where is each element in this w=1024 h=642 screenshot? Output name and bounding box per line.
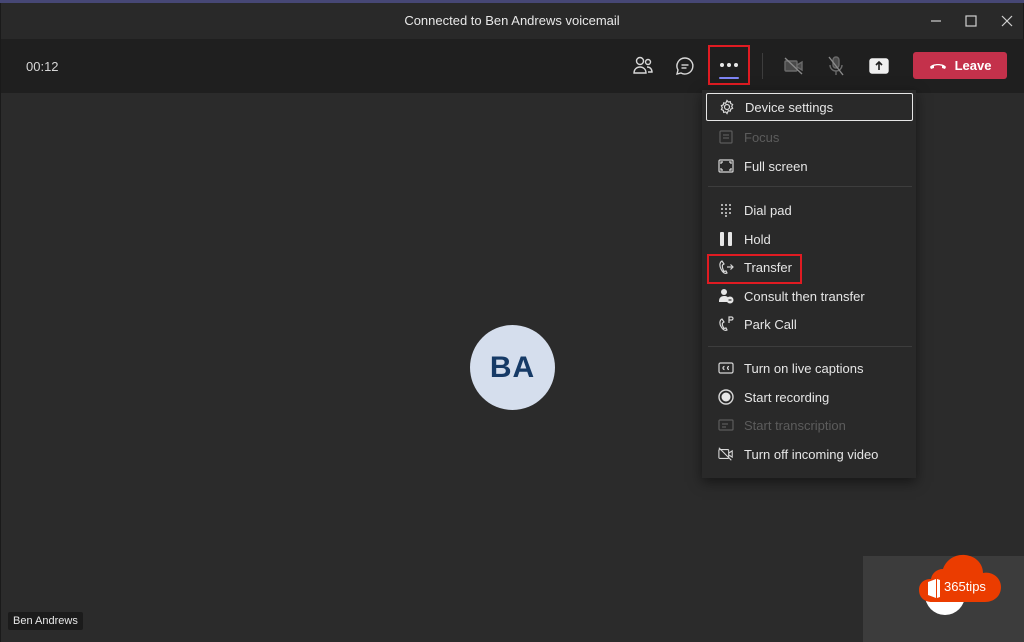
menu-item-device-settings[interactable]: Device settings [706, 93, 913, 121]
park-call-icon [718, 316, 734, 332]
pause-icon [718, 231, 734, 247]
menu-item-label: Turn off incoming video [744, 446, 879, 462]
menu-item-start-recording[interactable]: Start recording [706, 383, 913, 411]
menu-item-hold[interactable]: Hold [706, 225, 913, 253]
window-title: Connected to Ben Andrews voicemail [404, 13, 620, 28]
transfer-icon [718, 259, 734, 275]
menu-item-full-screen[interactable]: Full screen [706, 152, 913, 180]
participant-avatar: BA [470, 325, 555, 410]
menu-item-label: Transfer [744, 259, 792, 275]
menu-item-park-call[interactable]: Park Call [706, 310, 913, 338]
call-timer: 00:12 [26, 59, 59, 74]
share-icon [869, 58, 889, 74]
captions-icon [718, 360, 734, 376]
more-actions-menu: Device settings Focus Full screen Dial p… [702, 90, 916, 478]
menu-item-turn-off-incoming-video[interactable]: Turn off incoming video [706, 440, 913, 468]
camera-button[interactable] [776, 49, 812, 83]
focus-icon [718, 129, 734, 145]
consult-transfer-icon [718, 288, 734, 304]
menu-divider [708, 186, 912, 187]
close-icon [1001, 15, 1013, 27]
camera-off-icon [784, 57, 803, 75]
leave-button[interactable]: Leave [913, 52, 1007, 79]
menu-item-start-transcription: Start transcription [706, 411, 913, 439]
chat-button[interactable] [667, 49, 703, 83]
record-icon [718, 389, 734, 405]
mic-off-icon [828, 56, 844, 76]
share-button[interactable] [861, 49, 897, 83]
watermark-logo: 365tips [918, 552, 1024, 608]
gear-icon [719, 99, 735, 115]
menu-item-label: Focus [744, 129, 780, 145]
menu-item-live-captions[interactable]: Turn on live captions [706, 354, 913, 382]
more-icon [720, 63, 738, 67]
toolbar-divider [762, 53, 763, 79]
maximize-button[interactable] [954, 7, 988, 35]
menu-item-transfer[interactable]: Transfer [706, 253, 913, 281]
mic-button[interactable] [818, 49, 854, 83]
menu-item-label: Start transcription [744, 417, 846, 433]
fullscreen-icon [718, 158, 734, 174]
menu-item-label: Park Call [744, 316, 797, 332]
menu-item-dial-pad[interactable]: Dial pad [706, 196, 913, 224]
menu-item-label: Hold [744, 231, 771, 247]
active-indicator [719, 77, 739, 79]
leave-label: Leave [954, 58, 992, 73]
participants-button[interactable] [625, 49, 661, 83]
menu-item-label: Dial pad [744, 202, 792, 218]
menu-item-label: Start recording [744, 389, 830, 405]
menu-divider [708, 346, 912, 347]
call-control-bar: 00:12 Leave [0, 39, 1024, 93]
dialpad-icon [718, 202, 734, 218]
close-button[interactable] [990, 7, 1024, 35]
menu-item-focus: Focus [706, 123, 913, 151]
menu-item-label: Consult then transfer [744, 288, 865, 304]
participant-name-tag: Ben Andrews [8, 612, 83, 630]
more-actions-button[interactable] [708, 45, 750, 85]
maximize-icon [965, 15, 977, 27]
transcription-icon [718, 417, 734, 433]
chat-icon [676, 57, 694, 75]
menu-item-consult-then-transfer[interactable]: Consult then transfer [706, 282, 913, 310]
title-bar: Connected to Ben Andrews voicemail [0, 3, 1024, 39]
hangup-icon [929, 64, 946, 69]
menu-item-label: Device settings [745, 99, 834, 115]
video-off-icon [718, 446, 734, 462]
people-icon [633, 56, 653, 74]
watermark-text: 365tips [944, 579, 986, 594]
minimize-icon [931, 20, 941, 22]
menu-item-label: Turn on live captions [744, 360, 864, 376]
minimize-button[interactable] [919, 7, 953, 35]
menu-item-label: Full screen [744, 158, 808, 174]
